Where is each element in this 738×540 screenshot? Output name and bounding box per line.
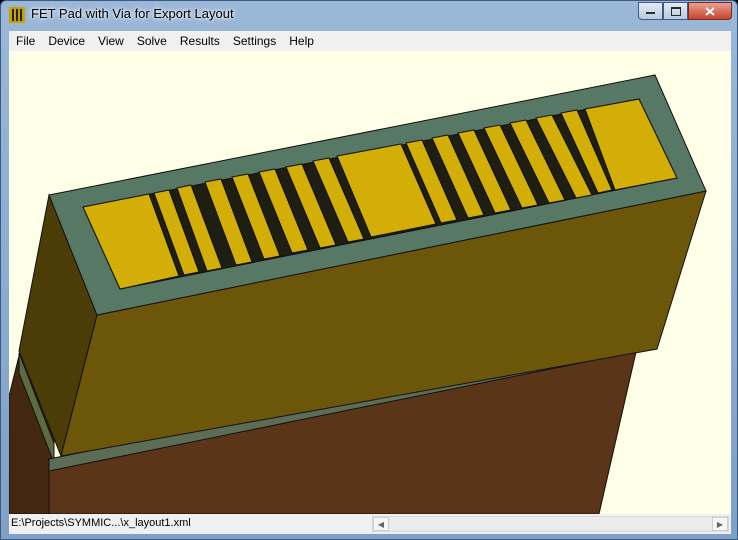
- maximize-icon: [670, 6, 681, 16]
- menu-view[interactable]: View: [91, 34, 130, 48]
- 3d-model-viewport[interactable]: [9, 51, 731, 514]
- menu-file[interactable]: File: [9, 34, 41, 48]
- maximize-button[interactable]: [663, 2, 688, 20]
- close-button[interactable]: [688, 2, 732, 20]
- title-bar[interactable]: FET Pad with Via for Export Layout: [1, 1, 737, 30]
- menu-device[interactable]: Device: [41, 34, 91, 48]
- close-icon: [705, 6, 715, 16]
- scroll-right-icon[interactable]: ▶: [712, 517, 728, 531]
- window-controls: [638, 2, 732, 21]
- application-window: FET Pad with Via for Export Layout File …: [0, 0, 738, 540]
- menu-solve[interactable]: Solve: [130, 34, 173, 48]
- horizontal-scrollbar[interactable]: ◀ ▶: [372, 516, 729, 532]
- menu-settings[interactable]: Settings: [226, 34, 282, 48]
- window-title: FET Pad with Via for Export Layout: [31, 6, 234, 21]
- menu-results[interactable]: Results: [173, 34, 226, 48]
- fet-app-icon: [9, 7, 25, 23]
- fet-3d-model: [9, 74, 707, 514]
- scroll-left-icon[interactable]: ◀: [373, 517, 389, 531]
- file-path: E:\Projects\SYMMIC...\x_layout1.xml: [11, 517, 191, 529]
- status-bar: E:\Projects\SYMMIC...\x_layout1.xml ◀ ▶: [9, 514, 731, 534]
- menu-help[interactable]: Help: [282, 34, 320, 48]
- minimize-button[interactable]: [638, 2, 663, 20]
- menu-bar: File Device View Solve Results Settings …: [9, 31, 731, 51]
- minimize-icon: [646, 12, 655, 14]
